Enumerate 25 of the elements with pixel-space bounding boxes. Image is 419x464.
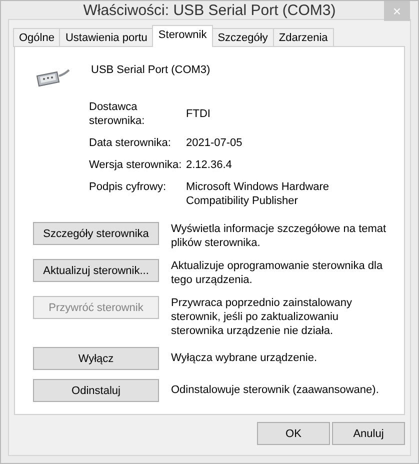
tab[interactable]: Sterownik [152, 25, 213, 47]
property-label: Wersja sterownika: [89, 158, 183, 172]
action-description: Aktualizuje oprogramowanie sterownika dla tego urządzenia. [171, 259, 384, 287]
property-value: FTDI [186, 107, 212, 121]
action-button[interactable]: Aktualizuj sterownik... [33, 259, 159, 282]
action-description: Odinstalowuje sterownik (zaawansowane). [171, 383, 380, 397]
action-description: Przywraca poprzednio zainstalowany sterownik, jeśli po zaktualizowaniu sterownika urządzenie nie działa. [171, 296, 353, 338]
window-title: Właściwości: USB Serial Port (COM3) [83, 2, 336, 18]
dialog-button[interactable]: Anuluj [332, 422, 405, 445]
action-button[interactable]: Szczegóły sterownika [33, 222, 159, 245]
property-value: 2.12.36.4 [186, 158, 233, 172]
tab[interactable]: Ogólne [13, 28, 60, 47]
property-label: Data sterownika: [89, 136, 172, 150]
property-value: 2021-07-05 [186, 136, 244, 150]
action-description: Wyświetla informacje szczegółowe na temat plików sterownika. [171, 222, 388, 250]
action-button[interactable]: Wyłącz [33, 347, 159, 370]
serial-port-icon [35, 68, 71, 88]
tab[interactable]: Zdarzenia [272, 28, 334, 47]
property-value: Microsoft Windows Hardware Compatibility Publisher [186, 180, 330, 208]
device-name: USB Serial Port (COM3) [91, 64, 210, 76]
property-label: Dostawca sterownika: [89, 100, 146, 128]
property-label: Podpis cyfrowy: [89, 180, 168, 195]
dialog-button[interactable]: OK [257, 422, 330, 445]
action-button[interactable]: Odinstaluj [33, 379, 159, 402]
action-description: Wyłącza wybrane urządzenie. [171, 351, 318, 365]
